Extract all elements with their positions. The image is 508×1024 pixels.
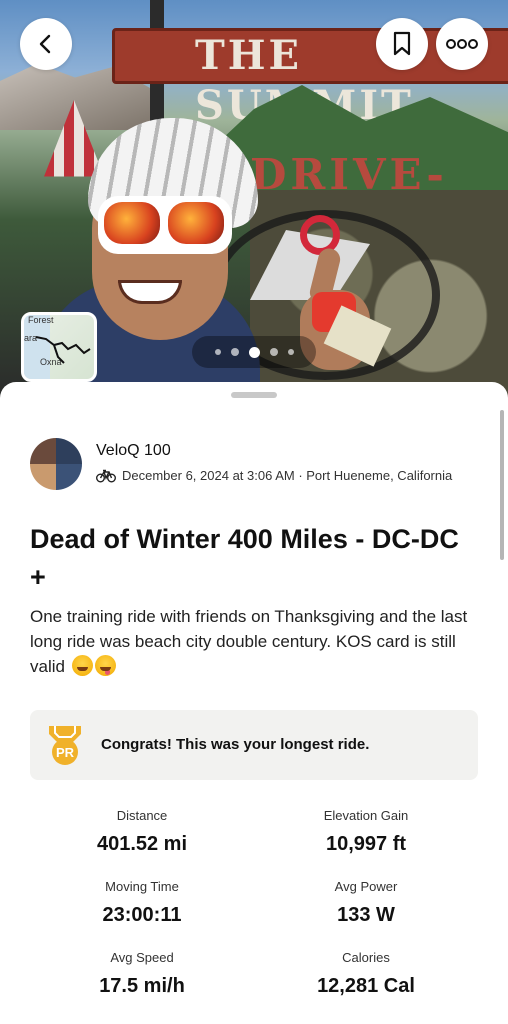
photo-lens-right: [168, 202, 224, 244]
achievement-text: Congrats! This was your longest ride.: [101, 736, 370, 753]
athlete-name[interactable]: VeloQ 100: [96, 442, 171, 460]
activity-title: Dead of Winter 400 Miles - DC-DC +: [30, 524, 459, 592]
carousel-dot-active[interactable]: [248, 346, 260, 358]
bookmark-icon: [393, 31, 411, 56]
bookmark-button[interactable]: [376, 18, 428, 70]
stat-avg-power: Avg Power 133 W: [254, 879, 478, 931]
stat-distance: Distance 401.52 mi: [30, 808, 254, 860]
stat-label: Elevation Gain: [323, 808, 409, 823]
stat-label: Avg Power: [334, 879, 398, 894]
stat-label: Distance: [116, 808, 168, 823]
carousel-dot[interactable]: [269, 348, 278, 356]
pr-badge-text: PR: [56, 745, 75, 760]
back-button[interactable]: [20, 18, 72, 70]
stat-avg-speed: Avg Speed 17.5 mi/h: [30, 950, 254, 1002]
activity-meta: December 6, 2024 at 3:06 AM · Port Huene…: [96, 468, 452, 483]
drag-handle[interactable]: [231, 392, 277, 398]
stats-grid: Distance 401.52 mi Elevation Gain 10,997…: [30, 808, 478, 1002]
photo-rider-sunglasses: [98, 196, 232, 254]
scrollbar[interactable]: [500, 410, 504, 560]
stat-value: 401.52 mi: [96, 833, 188, 855]
date-location: December 6, 2024 at 3:06 AM · Port Huene…: [122, 468, 453, 483]
more-horizontal-icon: [446, 39, 478, 49]
avatar[interactable]: [30, 438, 82, 490]
bike-icon: [96, 469, 116, 482]
stat-value: 133 W: [337, 904, 395, 926]
carousel-dot[interactable]: [287, 349, 294, 355]
stat-value: 17.5 mi/h: [99, 975, 185, 997]
carousel-dot[interactable]: [214, 349, 221, 355]
more-options-button[interactable]: [436, 18, 488, 70]
activity-details-sheet: VeloQ 100 December 6, 2024 at 3:06 AM · …: [0, 382, 508, 1024]
stat-value: 10,997 ft: [325, 833, 407, 855]
stat-label: Moving Time: [105, 879, 179, 894]
route-map-thumbnail[interactable]: Forest ara Oxna: [21, 312, 97, 382]
route-line: [35, 336, 91, 364]
stat-moving-time: Moving Time 23:00:11: [30, 879, 254, 931]
grinning-sweat-emoji: [71, 655, 93, 676]
stat-value: 12,281 Cal: [317, 975, 415, 997]
stat-label: Avg Speed: [110, 950, 174, 965]
achievement-card[interactable]: PR Congrats! This was your longest ride.: [30, 710, 478, 780]
stat-label: Calories: [342, 950, 390, 965]
stat-value: 23:00:11: [102, 904, 182, 926]
carousel-indicator[interactable]: [192, 336, 316, 368]
activity-description: One training ride with friends on Thanks…: [30, 604, 485, 679]
winking-tongue-emoji: [94, 655, 116, 676]
stat-calories: Calories 12,281 Cal: [254, 950, 478, 1002]
chevron-left-icon: [39, 34, 51, 54]
photo-lens-left: [104, 202, 160, 244]
stat-elevation-gain: Elevation Gain 10,997 ft: [254, 808, 478, 860]
pr-medal-icon: PR: [49, 726, 81, 765]
carousel-dot[interactable]: [230, 348, 239, 356]
